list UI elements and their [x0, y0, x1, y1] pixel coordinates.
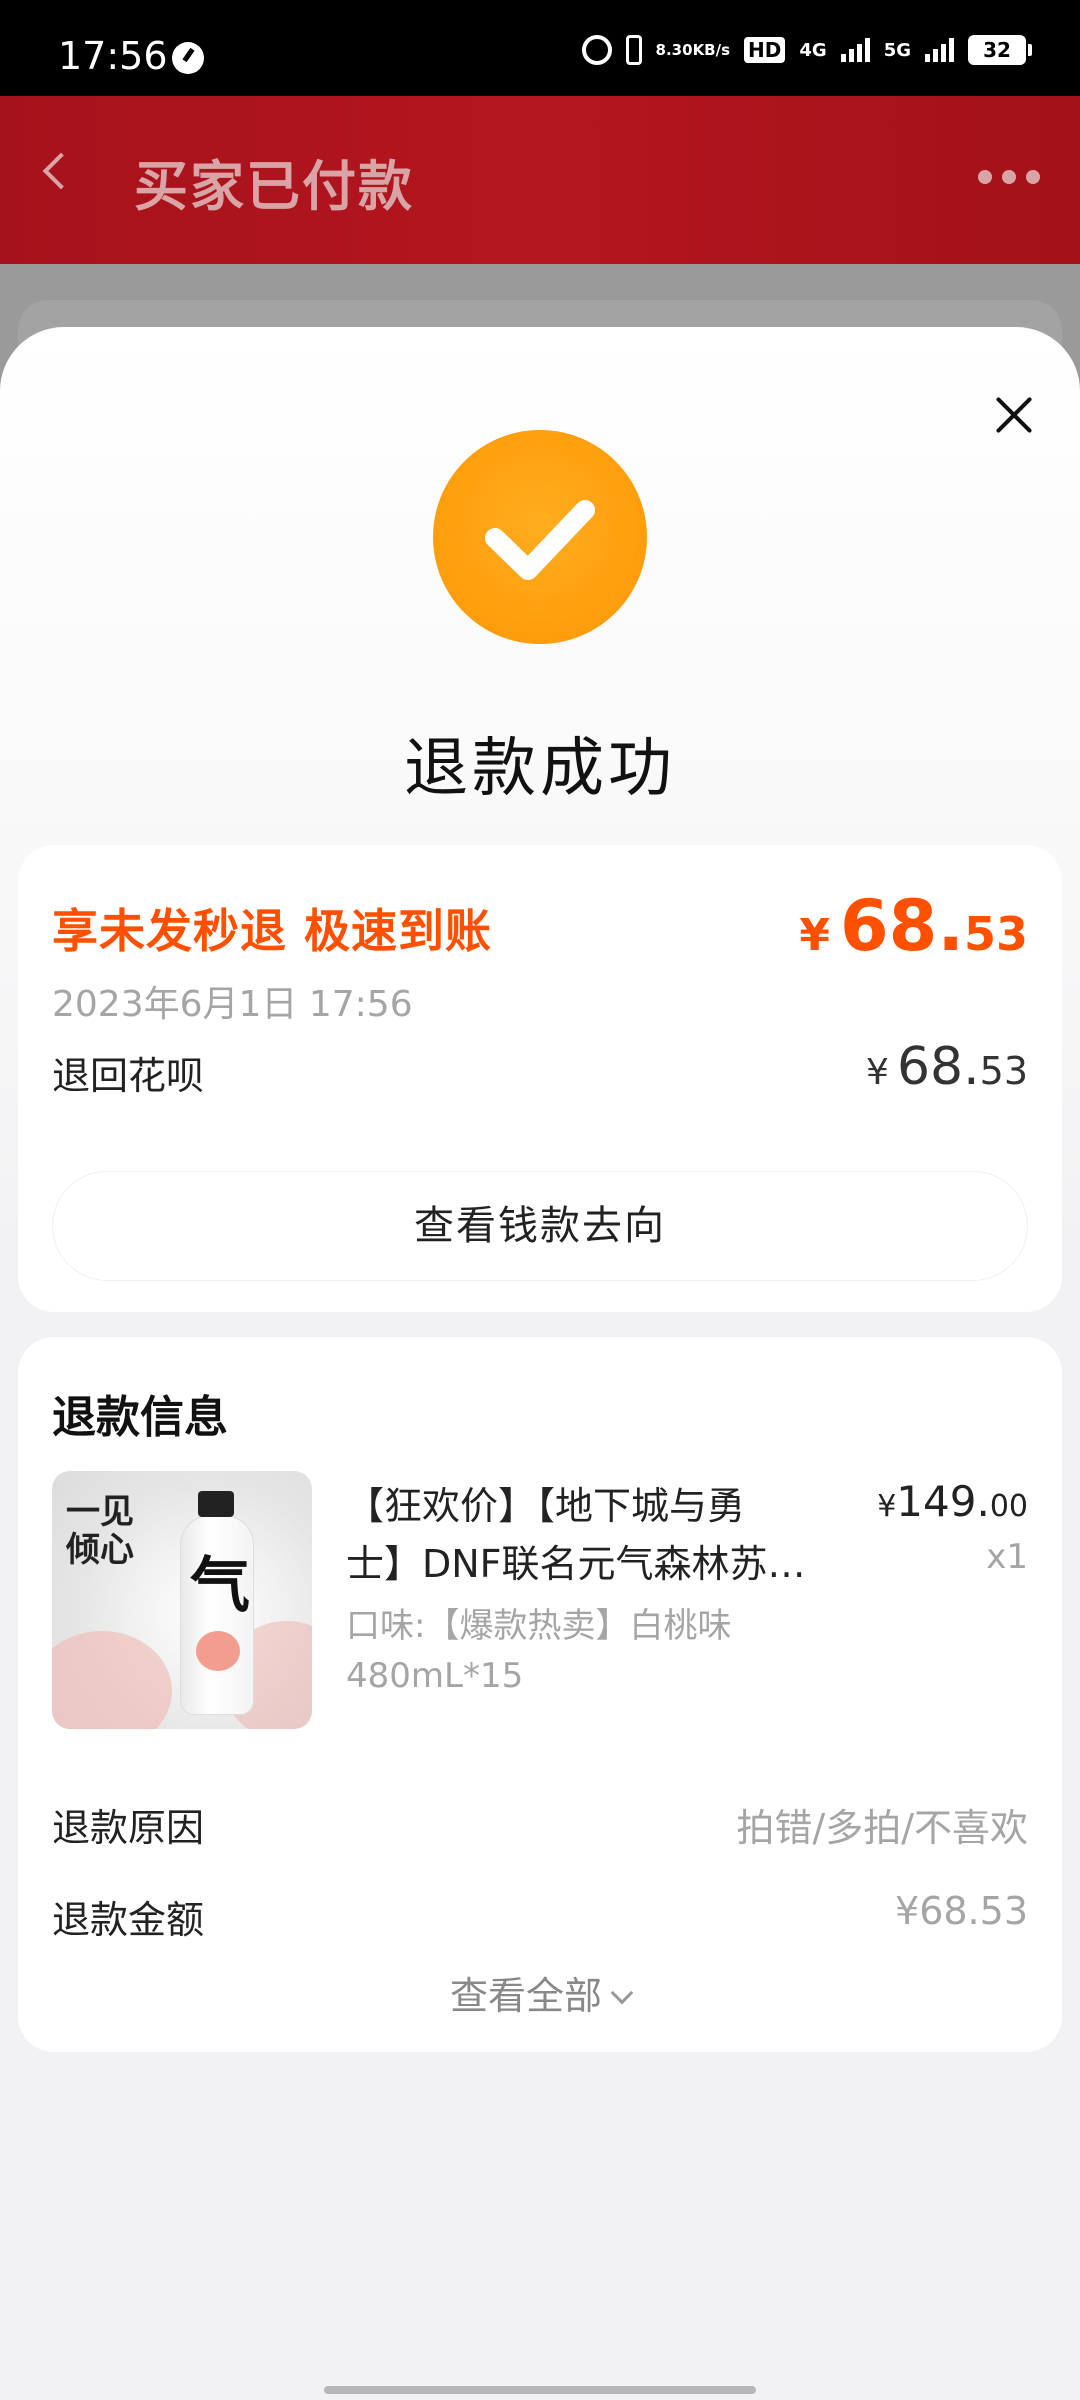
amount-integer: 68. [896, 1037, 980, 1097]
product-price: ¥149.00 [877, 1477, 1028, 1526]
status-bar: 17:56 8.30 KB/s HD 4G 5G 32 [0, 0, 1080, 96]
product-quantity: x1 [986, 1537, 1028, 1577]
signal-bars-icon [840, 38, 870, 62]
product-name-line2: 士】DNF联名元气森林苏… [346, 1542, 806, 1586]
refund-amount-label: 退款金额 [52, 1898, 205, 1942]
amount-decimal: 53 [963, 907, 1028, 961]
home-indicator[interactable] [324, 2386, 756, 2394]
currency-symbol: ¥ [866, 1052, 889, 1093]
status-time: 17:56 [58, 34, 168, 78]
view-money-trace-button[interactable]: 查看钱款去向 [52, 1171, 1028, 1281]
alarm-icon [581, 35, 612, 65]
success-check-icon [433, 430, 647, 644]
refund-reason-label: 退款原因 [52, 1806, 205, 1850]
app-header: 买家已付款 [0, 96, 1080, 264]
product-image[interactable]: 一见 倾心 气 [52, 1471, 312, 1729]
refund-amount-value: ¥68.53 [895, 1889, 1028, 1933]
product-spec: 口味:【爆款热卖】白桃味 480mL*15 [346, 1606, 732, 1696]
refund-destination-label: 退回花呗 [52, 1054, 205, 1098]
chevron-down-icon [610, 1981, 634, 2005]
battery-icon: 32 [968, 35, 1032, 65]
success-title: 退款成功 [404, 732, 676, 806]
product-image-slogan: 一见 倾心 [66, 1492, 134, 1570]
bottle-label-char: 气 [190, 1551, 250, 1621]
amount-integer: 68. [839, 885, 964, 967]
network-speed-unit: KB/s [692, 40, 731, 59]
more-options-icon[interactable] [978, 170, 1040, 184]
view-all-button[interactable]: 查看全部 [18, 1965, 1062, 2020]
status-icons: 8.30 KB/s HD 4G 5G 32 [581, 30, 1032, 70]
refund-destination-amount: ¥68.53 [866, 1037, 1028, 1097]
hd-icon: HD [744, 37, 786, 63]
product-name-line1: 【狂欢价】【地下城与勇 [346, 1484, 746, 1528]
back-arrow-icon[interactable] [42, 152, 80, 190]
refund-info-title: 退款信息 [52, 1392, 228, 1443]
currency-symbol: ¥ [799, 910, 830, 961]
close-icon[interactable] [986, 387, 1042, 443]
vibrate-icon [625, 35, 642, 65]
peach-graphic [196, 1631, 240, 1671]
view-all-label: 查看全部 [449, 1974, 602, 2018]
network-speed: 8.30 KB/s [655, 40, 731, 59]
product-name[interactable]: 【狂欢价】【地下城与勇 士】DNF联名元气森林苏… [346, 1477, 866, 1593]
speedometer-icon [172, 42, 204, 74]
refund-reason-value: 拍错/多拍/不喜欢 [736, 1806, 1028, 1850]
network-speed-value: 8.30 [655, 40, 693, 59]
net-5g-label: 5G [883, 39, 911, 61]
refund-info-card: 退款信息 一见 倾心 气 【狂欢价】【地下城与勇 士】DNF联名元气森林苏… 口… [18, 1337, 1062, 2052]
amount-decimal: 53 [979, 1049, 1028, 1093]
page-title: 买家已付款 [134, 155, 414, 218]
bottle-cap-graphic [198, 1491, 234, 1517]
refund-amount-card: 享未发秒退 极速到账 ¥68.53 2023年6月1日 17:56 退回花呗 ¥… [18, 845, 1062, 1312]
refund-date: 2023年6月1日 17:56 [52, 984, 413, 1025]
net-4g-label: 4G [799, 39, 827, 61]
signal-bars-icon [925, 38, 954, 62]
refund-amount: ¥68.53 [799, 885, 1028, 967]
refund-success-sheet: 退款成功 享未发秒退 极速到账 ¥68.53 2023年6月1日 17:56 退… [0, 327, 1080, 2400]
promo-text: 享未发秒退 极速到账 [52, 904, 493, 958]
